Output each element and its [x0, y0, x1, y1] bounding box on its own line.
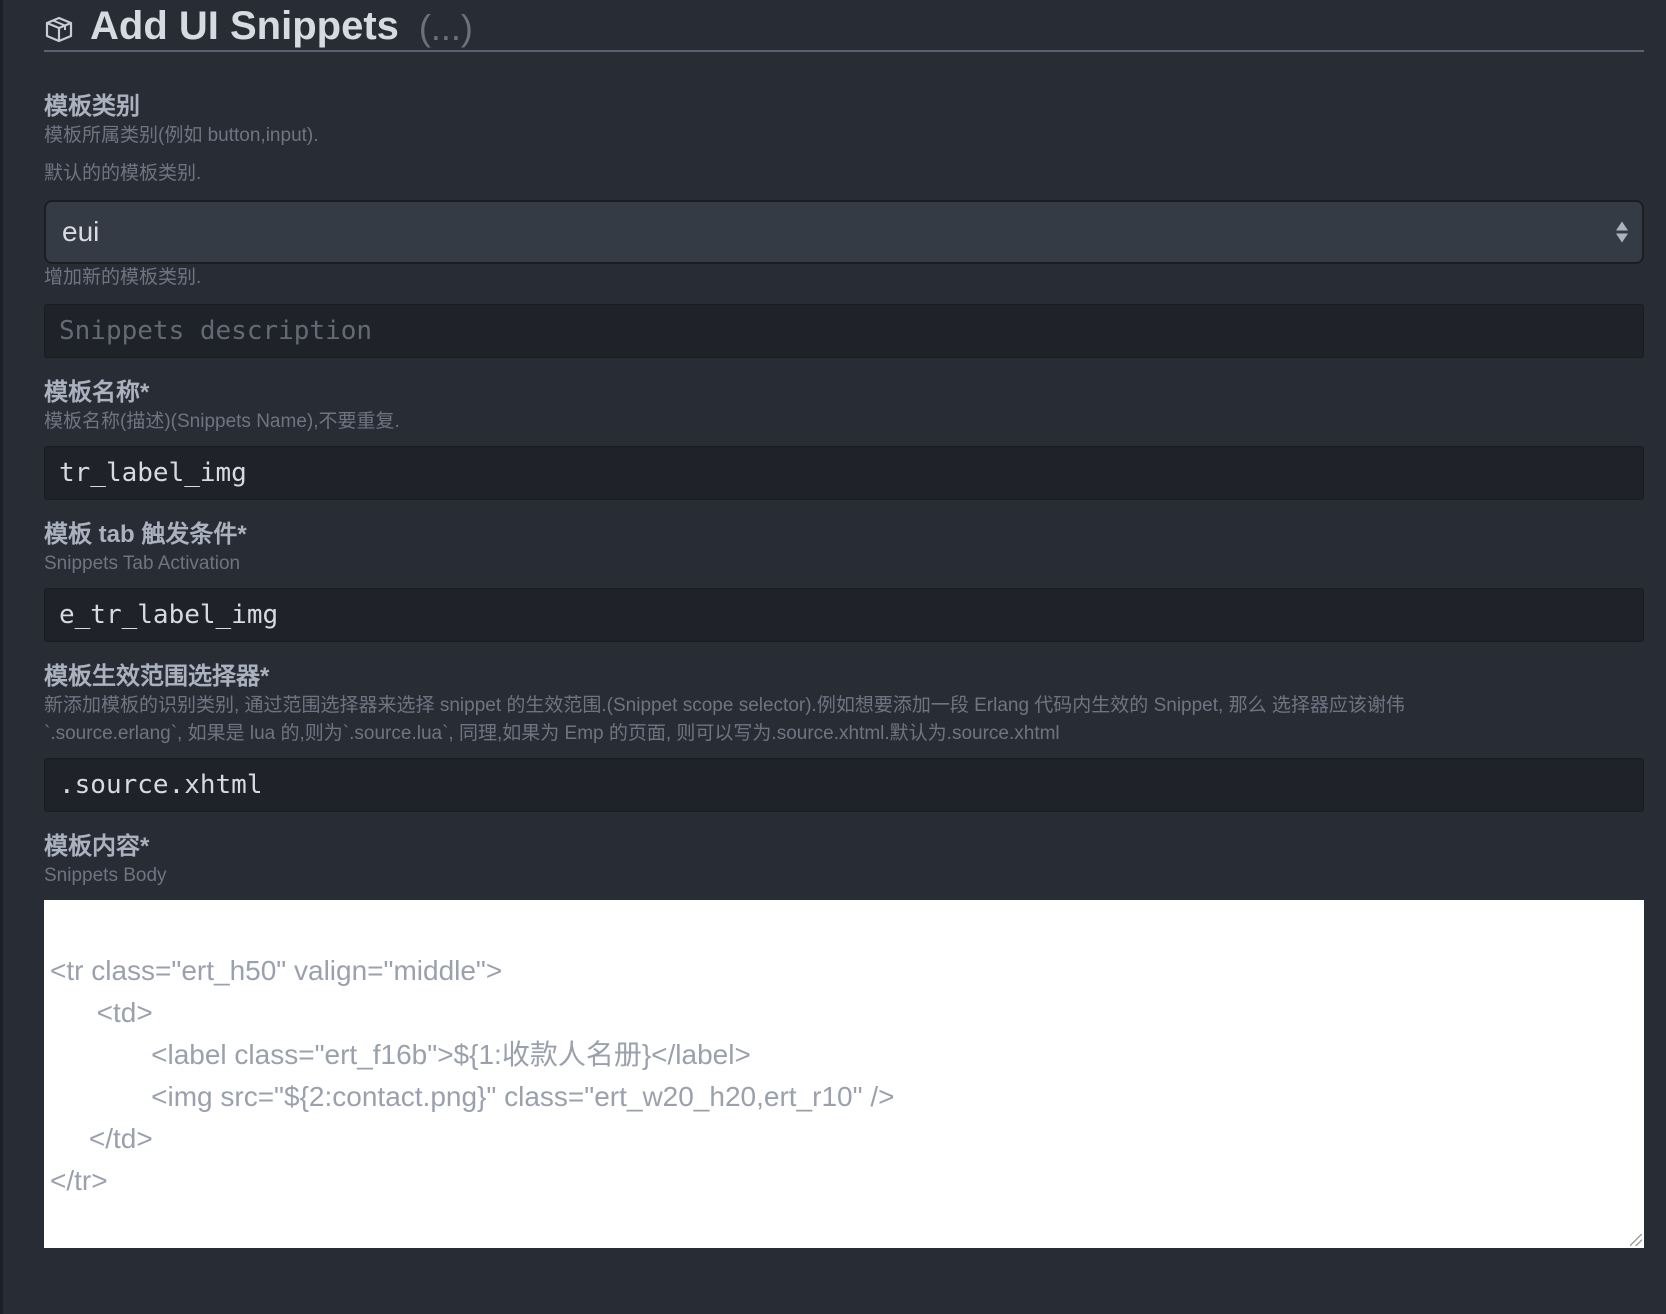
- snippet-form-panel: Add UI Snippets (...) 模板类别 模板所属类别(例如 but…: [44, 0, 1644, 1248]
- code-line: <td>: [50, 997, 153, 1028]
- snippet-name-input[interactable]: tr_label_img: [44, 446, 1644, 500]
- category-title: 模板类别: [44, 93, 140, 120]
- scope-title: 模板生效范围选择器*: [44, 663, 270, 690]
- code-line: </tr>: [50, 1165, 108, 1196]
- left-rail: [0, 0, 3, 1314]
- code-line: <tr class="ert_h50" valign="middle">: [50, 955, 503, 986]
- tab-trigger-input[interactable]: e_tr_label_img: [44, 588, 1644, 642]
- scope-desc-line2: `.source.erlang`, 如果是 lua 的,则为`.source.l…: [44, 723, 1060, 744]
- code-line: <label class="ert_f16b">${1:收款人名册}</labe…: [50, 1039, 751, 1070]
- scope-selector-input[interactable]: .source.xhtml: [44, 758, 1644, 812]
- select-arrows-icon: [1616, 221, 1628, 243]
- code-line: <img src="${2:contact.png}" class="ert_w…: [50, 1081, 895, 1112]
- scope-selector-value: .source.xhtml: [59, 770, 263, 800]
- tab-trigger-desc: Snippets Tab Activation: [44, 553, 241, 574]
- scope-desc-line1: 新添加模板的识别类别, 通过范围选择器来选择 snippet 的生效范围.(Sn…: [44, 695, 1405, 716]
- snippet-name-value: tr_label_img: [59, 458, 247, 488]
- body-title: 模板内容*: [44, 833, 150, 860]
- header-ellipsis[interactable]: (...): [419, 8, 473, 48]
- name-desc: 模板名称(描述)(Snippets Name),不要重复.: [44, 411, 400, 432]
- code-line: </td>: [50, 1123, 153, 1154]
- tab-trigger-title: 模板 tab 触发条件*: [44, 521, 247, 548]
- page-title: Add UI Snippets: [90, 4, 399, 48]
- package-icon: [45, 16, 73, 43]
- category-default-label: 默认的的模板类别.: [44, 163, 202, 184]
- category-add-label: 增加新的模板类别.: [44, 267, 202, 288]
- category-select-value: eui: [62, 216, 100, 247]
- panel-header: Add UI Snippets (...): [44, 0, 1644, 52]
- category-select[interactable]: eui: [44, 200, 1644, 264]
- snippet-body-textarea[interactable]: <tr class="ert_h50" valign="middle"> <td…: [44, 900, 1644, 1248]
- tab-trigger-value: e_tr_label_img: [59, 600, 279, 630]
- new-category-input[interactable]: Snippets description: [44, 304, 1644, 358]
- body-desc: Snippets Body: [44, 865, 167, 886]
- new-category-placeholder: Snippets description: [59, 316, 373, 346]
- name-title: 模板名称*: [44, 379, 150, 406]
- resize-grip-icon[interactable]: [1630, 1234, 1642, 1246]
- category-desc: 模板所属类别(例如 button,input).: [44, 125, 319, 146]
